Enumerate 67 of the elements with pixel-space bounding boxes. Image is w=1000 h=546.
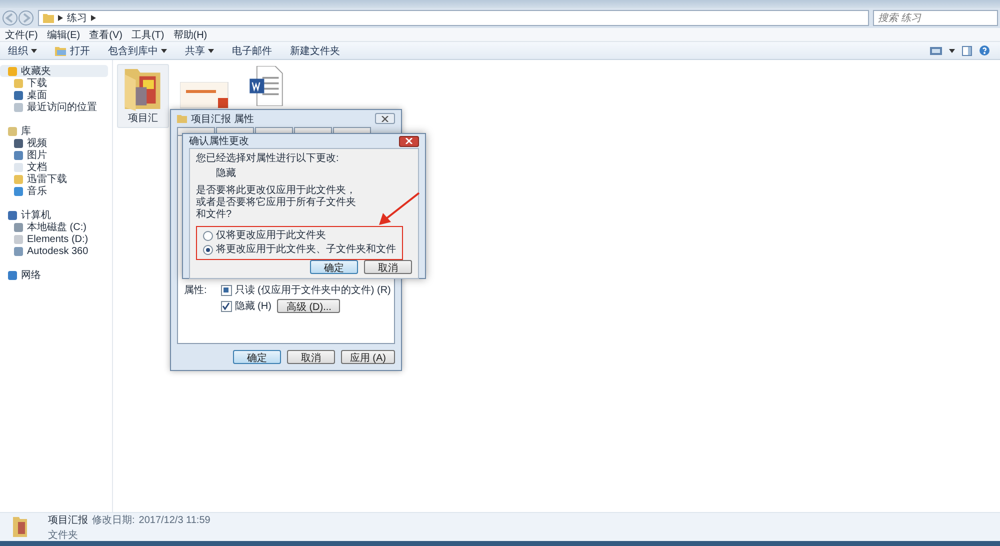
view-icon[interactable] — [930, 46, 942, 56]
breadcrumb[interactable]: 练习 — [67, 11, 87, 25]
back-button[interactable] — [2, 10, 18, 26]
sidebar-item[interactable]: 图片 — [0, 149, 112, 161]
dialog-button[interactable]: 确定 — [232, 350, 281, 364]
menu-item[interactable]: 查看(V) — [89, 28, 122, 42]
caret-icon — [208, 48, 214, 52]
chevron-icon — [58, 15, 63, 21]
close-button[interactable] — [399, 136, 419, 146]
pane-icon[interactable] — [962, 46, 972, 56]
toolbar-button[interactable]: 共享 — [183, 44, 216, 58]
close-button[interactable] — [375, 113, 395, 124]
search-field[interactable]: 搜索 练习 — [873, 10, 998, 26]
modified-date: 2017/12/3 11:59 — [138, 514, 210, 526]
dialog-message: 您已经选择对属性进行以下更改: — [196, 153, 339, 165]
attributes-label: 属性: — [184, 284, 207, 298]
sidebar-item[interactable]: 最近访问的位置 — [0, 101, 112, 113]
sidebar-item[interactable]: 库 — [0, 125, 112, 137]
radio-option[interactable]: 将更改应用于此文件夹、子文件夹和文件 — [203, 244, 396, 256]
dialog-button[interactable]: 确定 — [310, 260, 358, 274]
dialog-button[interactable]: 取消 — [286, 350, 335, 364]
file-item[interactable]: 项目汇 — [117, 64, 169, 128]
sidebar-item[interactable]: 桌面 — [0, 89, 112, 101]
toolbar-button[interactable]: 打开 — [53, 44, 92, 58]
sidebar-item[interactable]: Elements (D:) — [0, 233, 112, 245]
toolbar-button[interactable]: 组织 — [6, 44, 39, 58]
menu-item[interactable]: 帮助(H) — [173, 28, 208, 42]
menu-item[interactable]: 工具(T) — [131, 28, 164, 42]
dialog-button[interactable]: 应用 (A) — [340, 350, 395, 364]
close-icon — [381, 116, 389, 122]
advanced-button[interactable]: 高级 (D)... — [277, 299, 340, 313]
caret-icon — [161, 48, 167, 52]
dialog-title: 确认属性更改 — [189, 134, 249, 148]
dialog-question: 是否要将此更改仅应用于此文件夹，或者是否要将它应用于所有子文件夹和文件? — [196, 185, 357, 221]
dialog-title: 项目汇报 属性 — [191, 112, 254, 126]
close-icon — [405, 138, 413, 144]
toolbar-button[interactable]: 电子邮件 — [230, 44, 274, 58]
dialog-button[interactable]: 取消 — [364, 260, 412, 274]
file-name: 项目汇报 — [48, 514, 88, 526]
word-document-icon — [249, 66, 283, 106]
sidebar-item[interactable]: 下载 — [0, 77, 112, 89]
sidebar-item[interactable]: 文档 — [0, 161, 112, 173]
sidebar-item[interactable]: Autodesk 360 — [0, 245, 112, 257]
forward-button[interactable] — [18, 10, 34, 26]
address-bar[interactable]: 练习 — [38, 10, 869, 26]
date-label: 修改日期: — [92, 514, 135, 526]
file-type: 文件夹 — [48, 528, 79, 542]
sidebar-item[interactable]: 视频 — [0, 137, 112, 149]
sidebar-item[interactable]: 收藏夹 — [0, 65, 108, 77]
sidebar-item[interactable]: 网络 — [0, 269, 112, 281]
attribute-change: 隐藏 — [215, 166, 236, 181]
menu-item[interactable]: 文件(F) — [5, 28, 38, 42]
checkbox[interactable]: 只读 (仅应用于文件夹中的文件) (R) — [220, 283, 391, 297]
sidebar-item[interactable]: 迅雷下载 — [0, 173, 112, 185]
toolbar-button[interactable]: 包含到库中 — [106, 44, 169, 58]
caret-icon — [31, 48, 37, 52]
chevron-icon — [91, 15, 96, 21]
caret-icon[interactable] — [949, 48, 955, 52]
sidebar-item[interactable]: 本地磁盘 (C:) — [0, 221, 112, 233]
sidebar-item[interactable]: 音乐 — [0, 185, 112, 197]
radio-option[interactable]: 仅将更改应用于此文件夹 — [203, 230, 396, 242]
sidebar-item[interactable]: 计算机 — [0, 209, 112, 221]
menu-item[interactable]: 编辑(E) — [46, 28, 80, 42]
toolbar-button[interactable]: 新建文件夹 — [288, 44, 342, 58]
help-icon[interactable] — [979, 45, 990, 56]
slide-thumbnail-icon — [180, 82, 230, 110]
checkbox[interactable]: 隐藏 (H) — [220, 299, 272, 313]
